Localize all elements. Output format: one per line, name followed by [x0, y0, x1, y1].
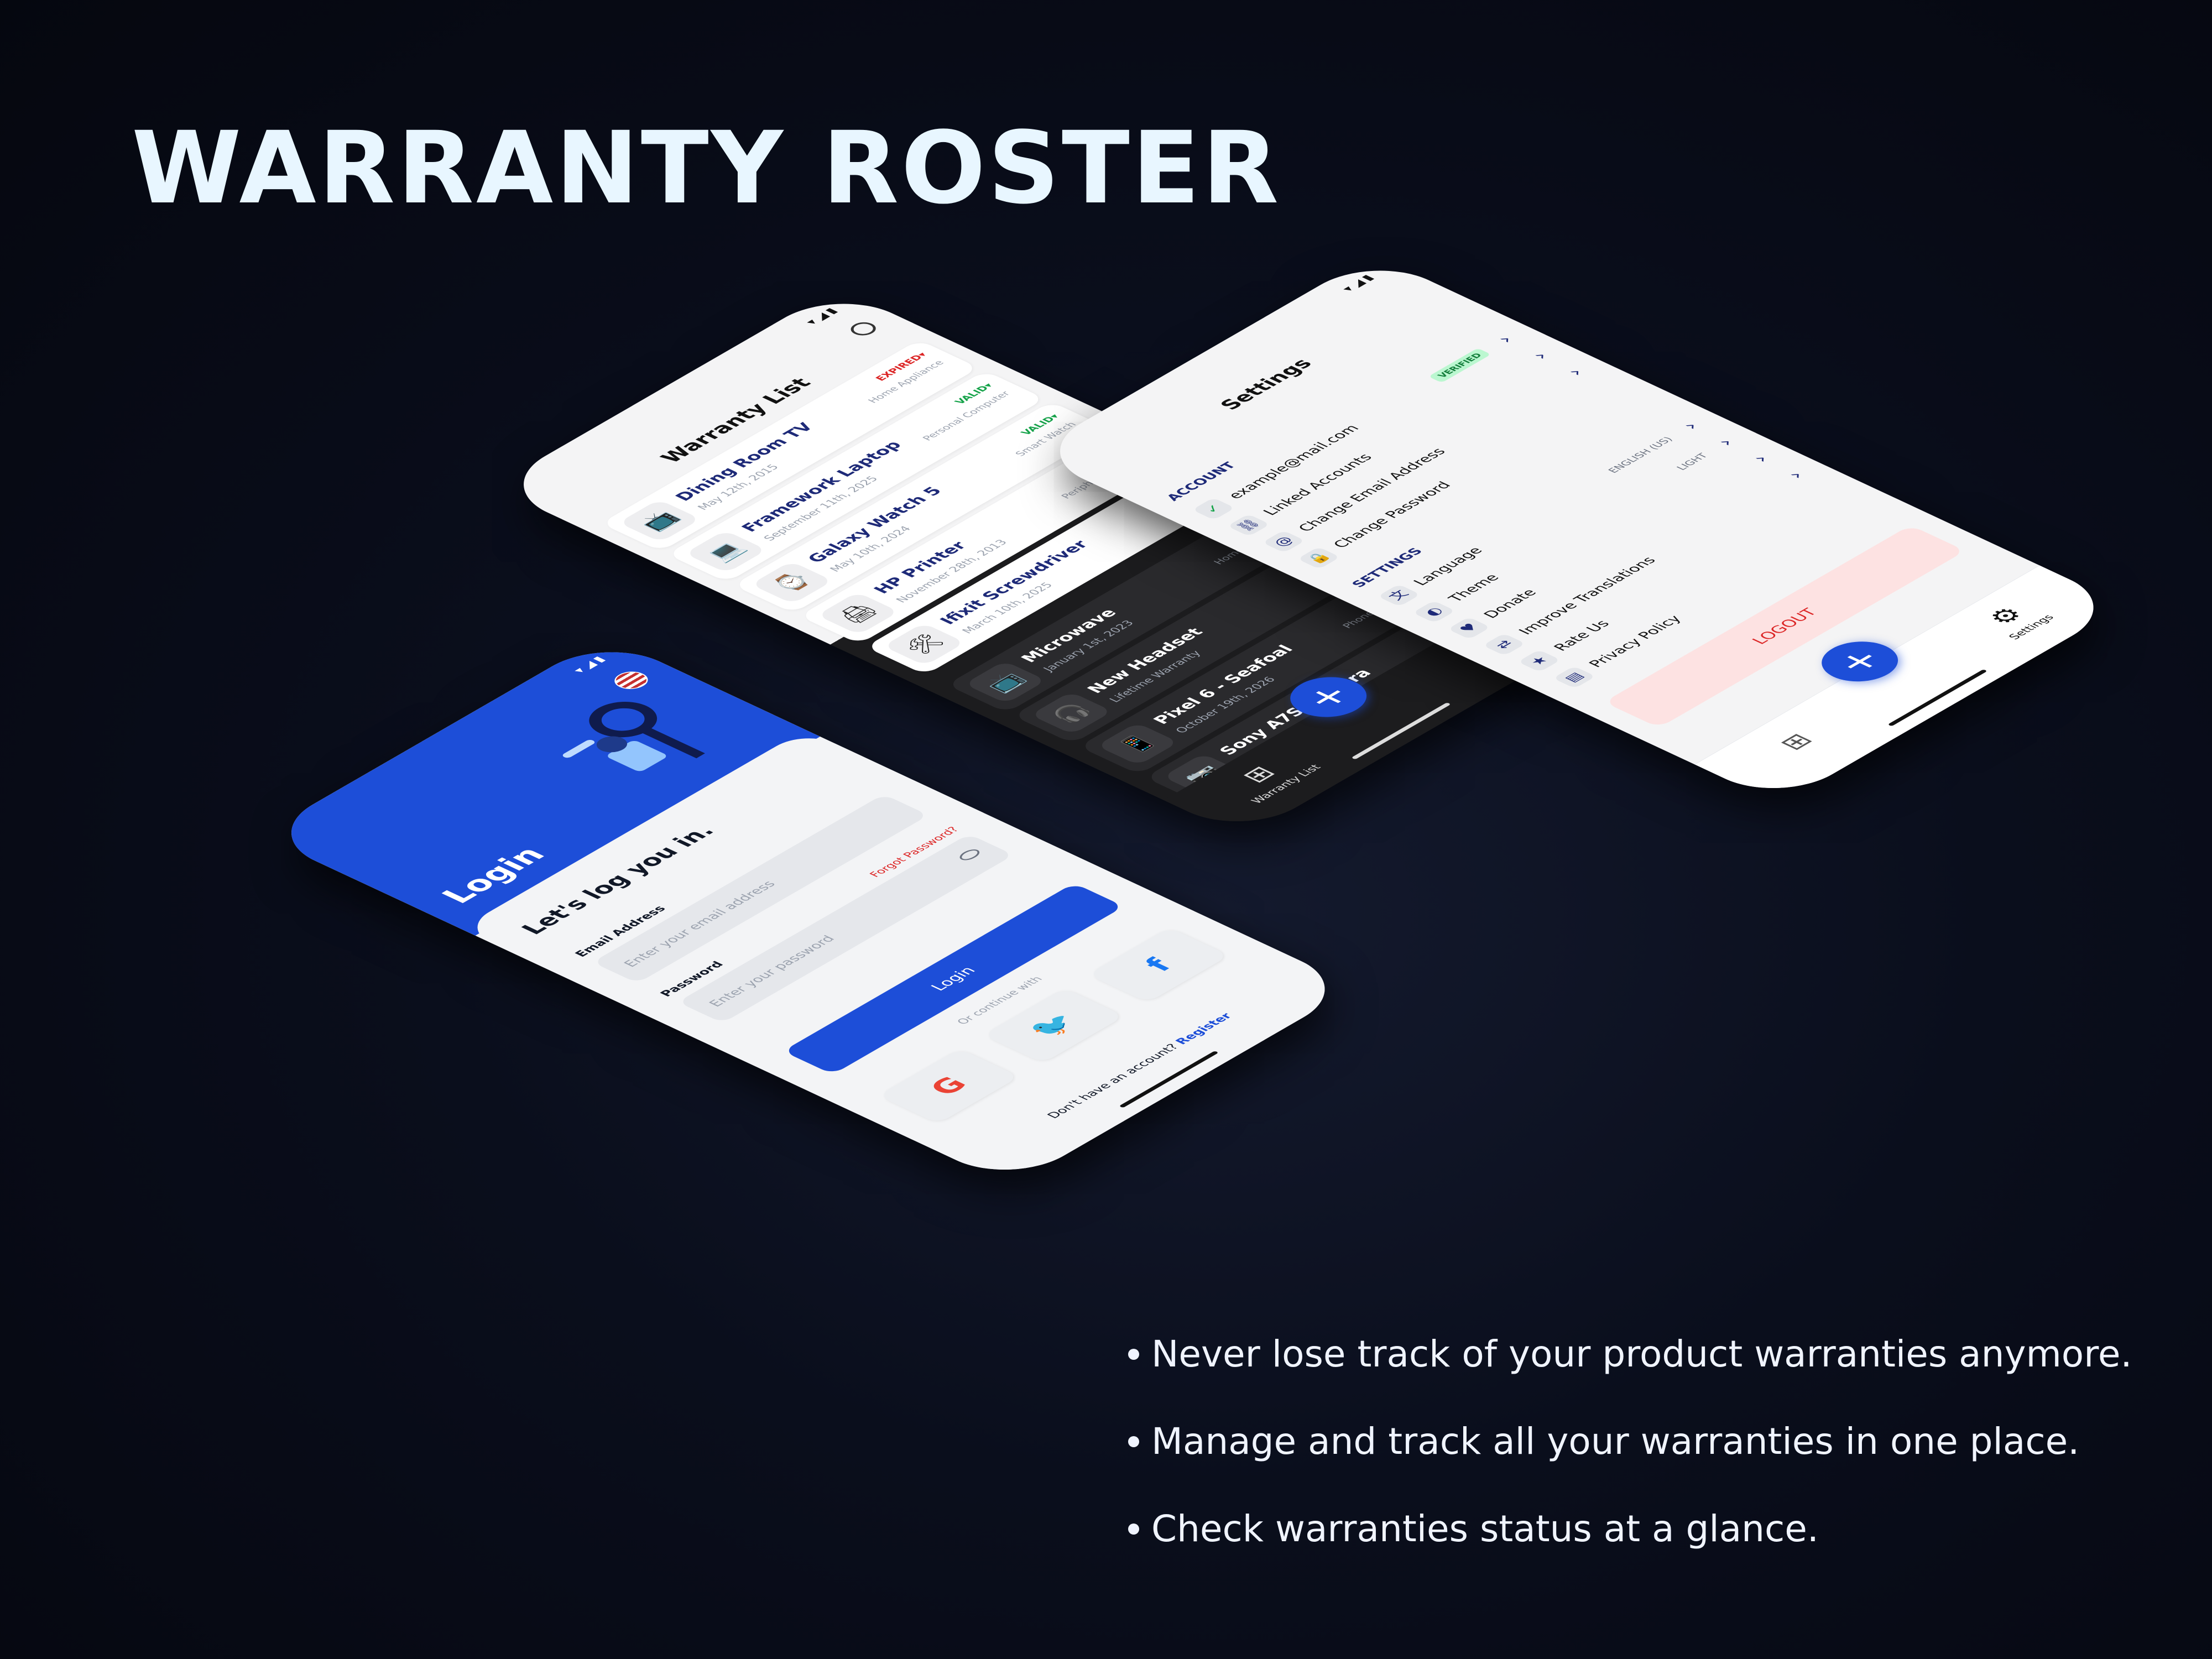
laptop-icon: 💻 — [684, 530, 767, 573]
language-icon: 文 — [1377, 584, 1421, 607]
theme-value: LIGHT — [1674, 452, 1711, 472]
bullet-dot-icon — [1128, 1436, 1139, 1447]
page-title: WARRANTY ROSTER — [132, 111, 1281, 226]
status-icons: ▾◢▮ — [803, 304, 844, 327]
feature-text: Manage and track all your warranties in … — [1151, 1420, 2080, 1463]
link-icon: ⛓ — [1227, 514, 1270, 537]
star-icon: ★ — [1517, 649, 1561, 672]
donate-icon: ♥ — [1447, 617, 1491, 640]
tv-icon: 📺 — [618, 499, 701, 542]
check-circle-icon: ✓ — [1192, 497, 1235, 520]
at-icon: @ — [1262, 530, 1306, 553]
printer-icon: 🖨 — [817, 592, 899, 635]
feature-bullet: Check warranties status at a glance. — [1128, 1507, 2132, 1595]
chevron-right-icon: › — [1782, 468, 1809, 482]
feature-bullet: Manage and track all your warranties in … — [1128, 1420, 2132, 1507]
chevron-right-icon: › — [1527, 349, 1554, 363]
feature-text: Never lose track of your product warrant… — [1151, 1333, 2132, 1375]
chevron-right-icon: › — [1747, 452, 1775, 466]
password-placeholder: Enter your password — [705, 933, 838, 1009]
register-link[interactable]: Register — [1173, 1011, 1235, 1046]
status-icons: ▾◢▮ — [571, 653, 612, 675]
status-icons: ▾◢▮ — [1339, 271, 1380, 294]
feature-bullets: Never lose track of your product warrant… — [1128, 1333, 2132, 1595]
bottom-nav: ⊞ ⚙ Settings — [1694, 565, 2125, 805]
document-icon: ▤ — [1552, 666, 1596, 688]
bullet-dot-icon — [1128, 1348, 1139, 1360]
tools-icon: 🛠 — [883, 623, 966, 666]
chevron-right-icon: › — [1562, 366, 1589, 379]
headphones-icon: 🎧 — [1030, 691, 1113, 735]
theme-icon: ◐ — [1412, 600, 1456, 623]
chevron-right-icon: › — [1492, 332, 1519, 346]
feature-bullet: Never lose track of your product warrant… — [1128, 1333, 2132, 1420]
lock-icon: 🔒 — [1297, 546, 1340, 570]
settings-title: Settings — [1215, 356, 1318, 413]
bullet-dot-icon — [1128, 1523, 1139, 1535]
translate-icon: ⇄ — [1483, 633, 1526, 656]
watch-icon: ⌚ — [750, 561, 833, 604]
eye-icon[interactable] — [956, 847, 984, 862]
chevron-right-icon: › — [1712, 435, 1739, 449]
feature-text: Check warranties status at a glance. — [1151, 1507, 1819, 1550]
microwave-icon: 📺 — [964, 660, 1047, 704]
grid-icon[interactable]: ⊞ — [1772, 729, 1820, 754]
phone-icon: 📱 — [1096, 722, 1179, 766]
chevron-right-icon: › — [1677, 419, 1704, 433]
